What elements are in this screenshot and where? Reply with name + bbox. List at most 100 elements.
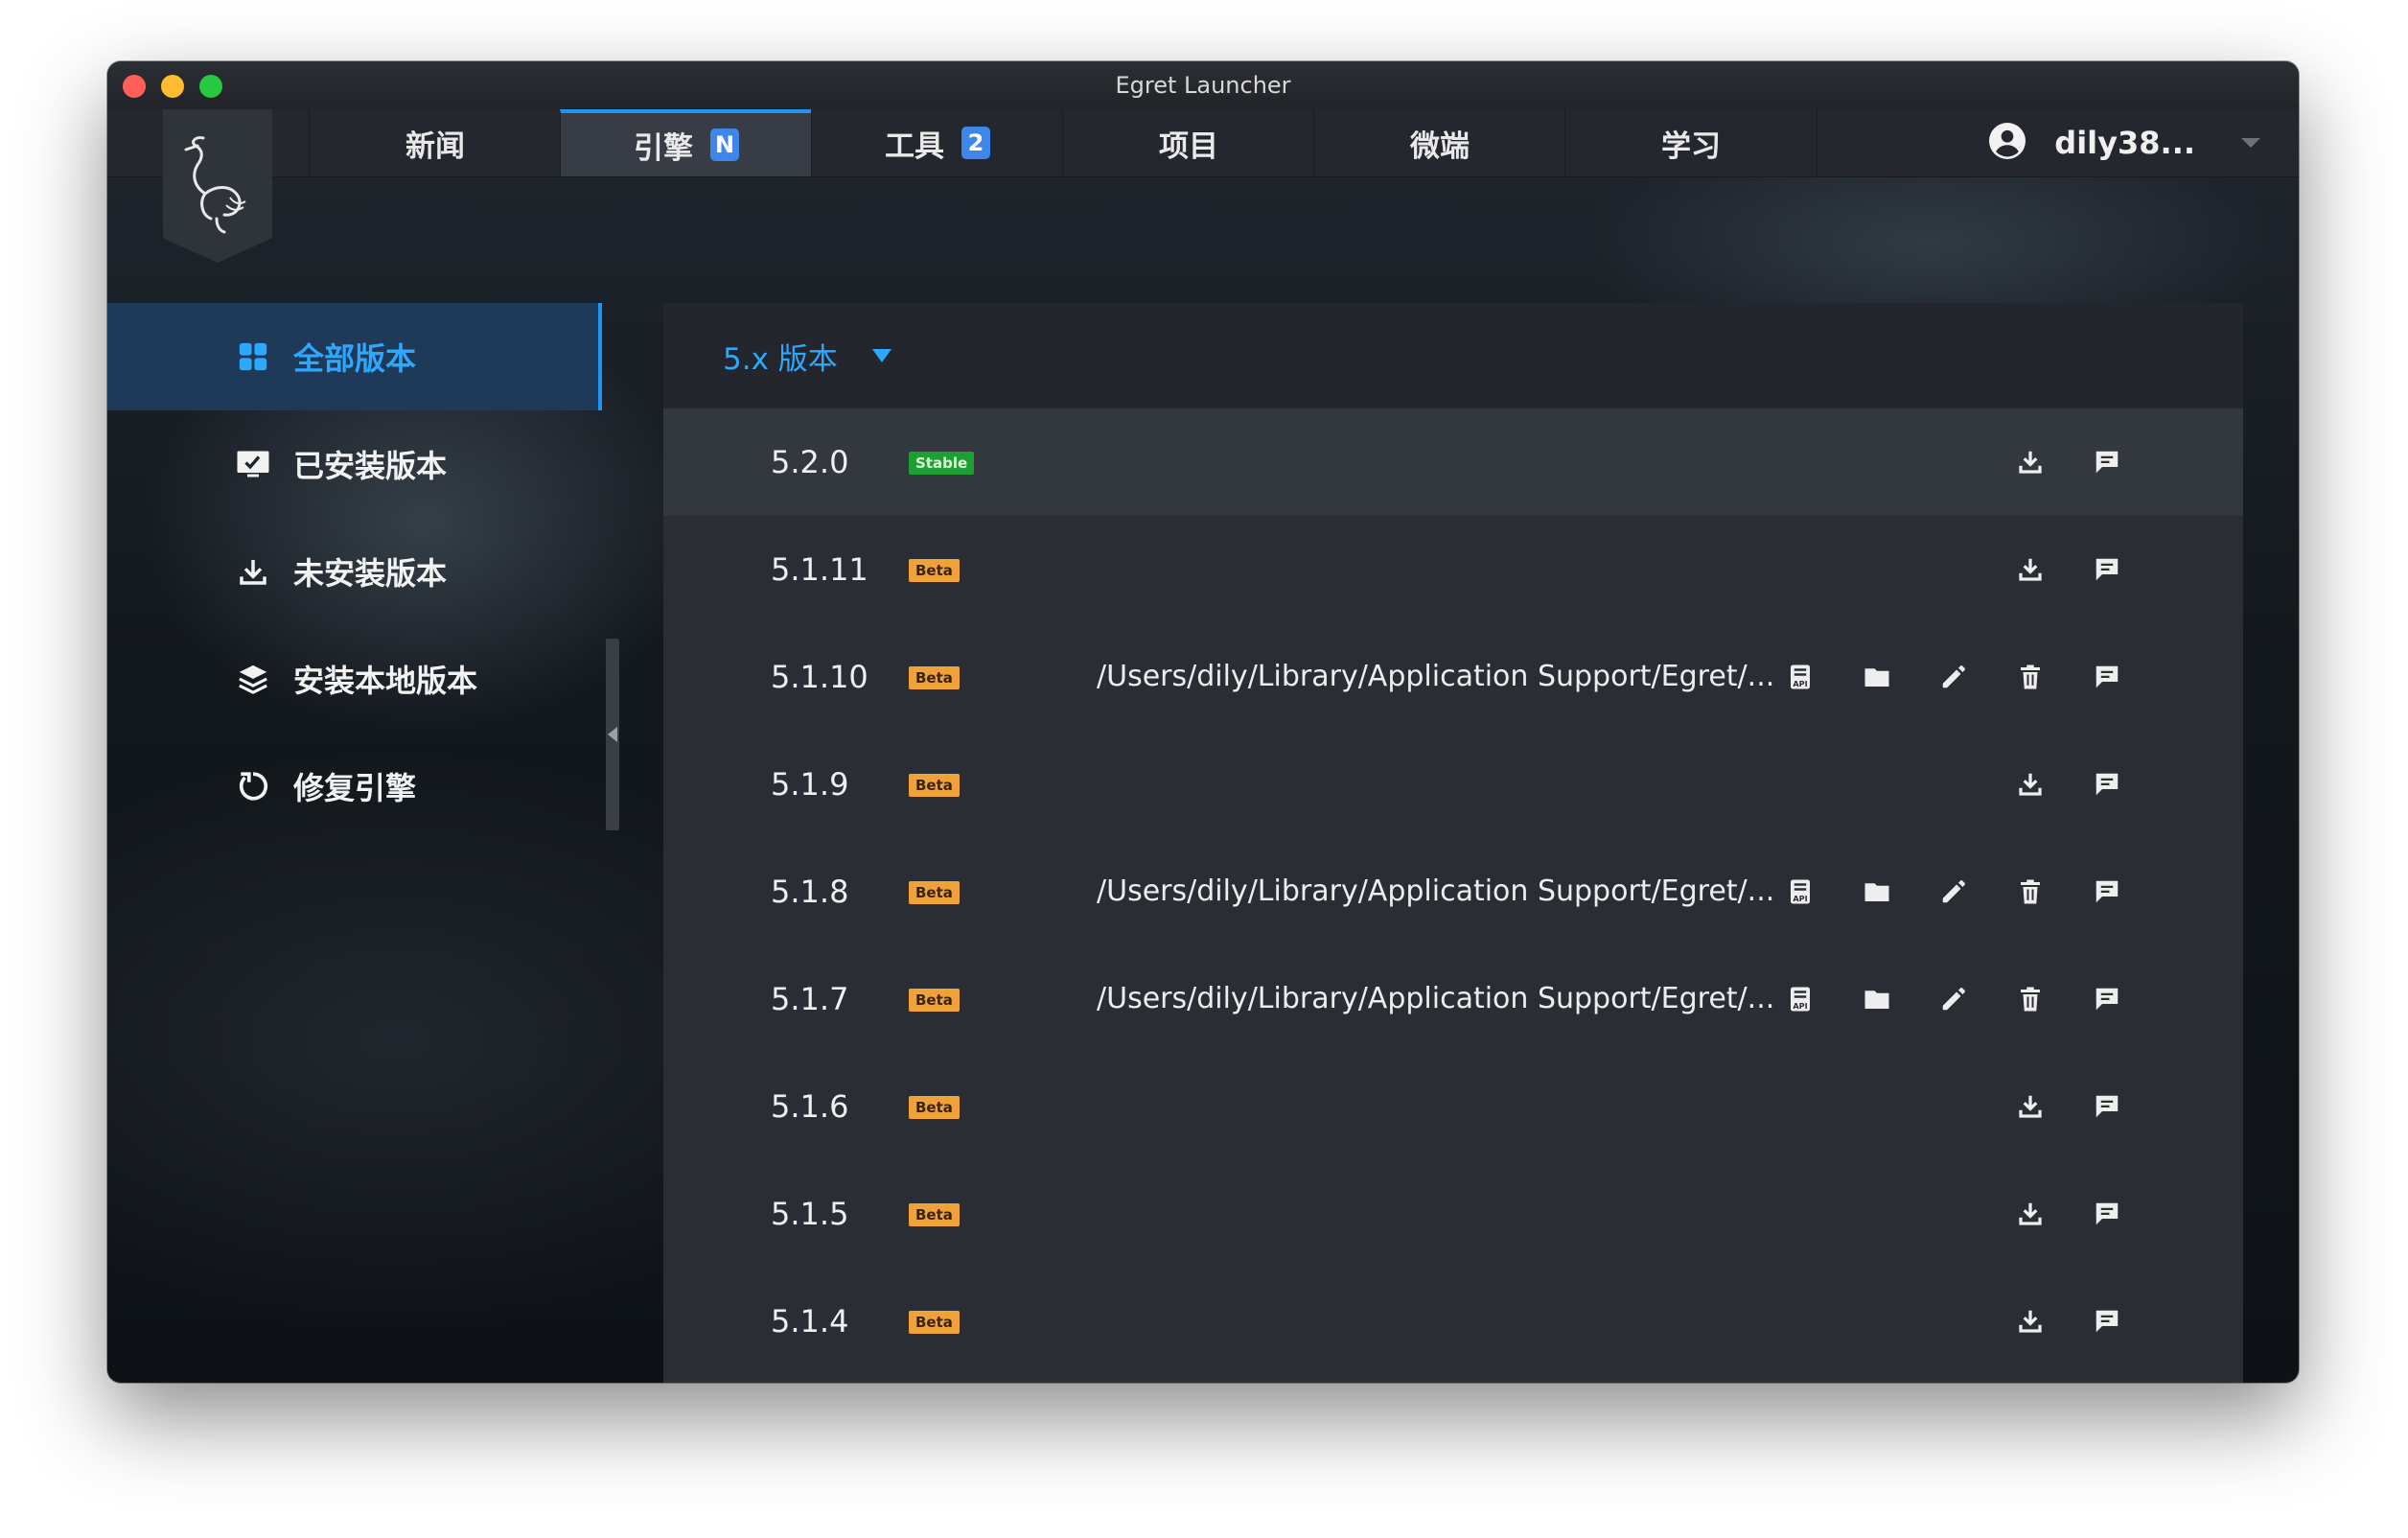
version-number: 5.1.5	[771, 1196, 849, 1232]
window-title: Egret Launcher	[1115, 72, 1291, 99]
comment-icon[interactable]	[2088, 658, 2126, 696]
title-bar: Egret Launcher	[107, 61, 2299, 110]
version-number: 5.1.11	[771, 551, 868, 588]
download-icon	[234, 552, 272, 591]
tab-label: 项目	[1159, 128, 1218, 164]
download-icon[interactable]	[2011, 443, 2049, 481]
user-menu[interactable]: dily38...	[1989, 109, 2260, 176]
top-nav: 新闻 引擎 N 工具 2 项目 微端 学习 dily38...	[107, 109, 2299, 177]
version-number: 5.1.8	[771, 874, 849, 910]
version-number: 5.1.9	[771, 766, 849, 803]
comment-icon[interactable]	[2088, 765, 2126, 804]
svg-text:API: API	[1793, 679, 1807, 688]
version-number: 5.1.10	[771, 659, 868, 695]
svg-text:API: API	[1793, 894, 1807, 903]
tab-label: 微端	[1410, 128, 1470, 164]
install-path: /Users/dily/Library/Application Support/…	[1097, 660, 1775, 693]
download-icon[interactable]	[2011, 1302, 2049, 1340]
folder-icon[interactable]	[1858, 873, 1896, 911]
chevron-down-icon[interactable]	[2241, 138, 2260, 148]
user-name: dily38...	[2054, 125, 2195, 161]
layers-icon	[234, 660, 272, 698]
sidebar-item-all-versions[interactable]: 全部版本	[107, 303, 602, 410]
version-filter-label: 5.x 版本	[723, 341, 838, 377]
tab-microclient[interactable]: 微端	[1313, 109, 1565, 176]
tab-tools[interactable]: 工具 2	[811, 109, 1063, 176]
trash-icon[interactable]	[2011, 980, 2049, 1018]
trash-icon[interactable]	[2011, 873, 2049, 911]
sidebar-item-label: 全部版本	[293, 340, 417, 377]
version-row[interactable]: 5.1.4 Beta	[663, 1268, 2243, 1375]
comment-icon[interactable]	[2088, 1087, 2126, 1126]
version-number: 5.1.6	[771, 1088, 849, 1125]
chevron-down-icon	[871, 349, 891, 362]
tab-label: 引擎	[634, 130, 693, 166]
sidebar-item-label: 已安装版本	[293, 448, 448, 484]
new-badge: N	[710, 128, 739, 161]
sidebar-item-repair-engine[interactable]: 修复引擎	[107, 733, 606, 840]
release-tag-badge: Beta	[909, 1203, 960, 1226]
sidebar-item-label: 修复引擎	[293, 770, 417, 806]
release-tag-badge: Beta	[909, 1311, 960, 1334]
app-window: Egret Launcher 新闻 引擎 N 工具 2 项目 微端 学习 dil…	[107, 61, 2299, 1383]
version-row[interactable]: 5.1.6 Beta	[663, 1053, 2243, 1160]
version-number: 5.1.7	[771, 981, 849, 1017]
monitor-check-icon	[234, 445, 272, 483]
install-path: /Users/dily/Library/Application Support/…	[1097, 982, 1775, 1015]
folder-icon[interactable]	[1858, 980, 1896, 1018]
comment-icon[interactable]	[2088, 1302, 2126, 1340]
chevron-left-icon	[608, 727, 617, 742]
sidebar-item-install-local[interactable]: 安装本地版本	[107, 625, 606, 733]
tab-label: 新闻	[405, 128, 465, 164]
trash-icon[interactable]	[2011, 658, 2049, 696]
egret-logo	[163, 109, 272, 263]
download-icon[interactable]	[2011, 1195, 2049, 1233]
count-badge: 2	[961, 127, 990, 159]
comment-icon[interactable]	[2088, 443, 2126, 481]
download-icon[interactable]	[2011, 765, 2049, 804]
tab-learn[interactable]: 学习	[1564, 109, 1818, 176]
version-row[interactable]: 5.2.0 Stable	[663, 408, 2243, 516]
version-row[interactable]: 5.1.8 Beta/Users/dily/Library/Application…	[663, 838, 2243, 945]
api-docs-icon[interactable]: API	[1781, 873, 1819, 911]
version-filter-dropdown[interactable]: 5.x 版本	[663, 303, 2243, 408]
svg-text:API: API	[1793, 1001, 1807, 1011]
comment-icon[interactable]	[2088, 1195, 2126, 1233]
version-row[interactable]: 5.1.7 Beta/Users/dily/Library/Application…	[663, 945, 2243, 1053]
user-avatar-icon	[1989, 123, 2026, 163]
version-row[interactable]: 5.1.5 Beta	[663, 1160, 2243, 1268]
comment-icon[interactable]	[2088, 873, 2126, 911]
sidebar-collapse-handle[interactable]	[606, 639, 619, 830]
tab-engine[interactable]: 引擎 N	[560, 109, 812, 176]
tab-news[interactable]: 新闻	[309, 109, 561, 176]
sidebar-item-not-installed[interactable]: 未安装版本	[107, 518, 606, 625]
version-row[interactable]: 5.1.10 Beta/Users/dily/Library/Applicatio…	[663, 623, 2243, 731]
comment-icon[interactable]	[2088, 550, 2126, 589]
version-row[interactable]: 5.1.11 Beta	[663, 516, 2243, 623]
grid-icon	[234, 338, 272, 376]
release-tag-badge: Stable	[909, 452, 975, 475]
tab-label: 工具	[885, 128, 944, 164]
release-tag-badge: Beta	[909, 1096, 960, 1119]
edit-icon[interactable]	[1934, 980, 1973, 1018]
api-docs-icon[interactable]: API	[1781, 980, 1819, 1018]
release-tag-badge: Beta	[909, 559, 960, 582]
sidebar-item-installed[interactable]: 已安装版本	[107, 410, 606, 518]
release-tag-badge: Beta	[909, 989, 960, 1012]
download-icon[interactable]	[2011, 550, 2049, 589]
version-number: 5.1.4	[771, 1303, 849, 1340]
api-docs-icon[interactable]: API	[1781, 658, 1819, 696]
release-tag-badge: Beta	[909, 666, 960, 689]
sidebar-item-label: 未安装版本	[293, 555, 448, 592]
comment-icon[interactable]	[2088, 980, 2126, 1018]
release-tag-badge: Beta	[909, 881, 960, 904]
tab-label: 学习	[1661, 128, 1721, 164]
version-list: 5.2.0 Stable 5.1.11 Beta 5.1.10 Beta/Users/di…	[663, 408, 2243, 1375]
tab-projects[interactable]: 项目	[1062, 109, 1314, 176]
download-icon[interactable]	[2011, 1087, 2049, 1126]
folder-icon[interactable]	[1858, 658, 1896, 696]
edit-icon[interactable]	[1934, 658, 1973, 696]
version-panel: 5.x 版本 5.2.0 Stable 5.1.11 Beta 5.1.10 Beta/U…	[663, 303, 2243, 1383]
version-row[interactable]: 5.1.9 Beta	[663, 731, 2243, 838]
edit-icon[interactable]	[1934, 873, 1973, 911]
